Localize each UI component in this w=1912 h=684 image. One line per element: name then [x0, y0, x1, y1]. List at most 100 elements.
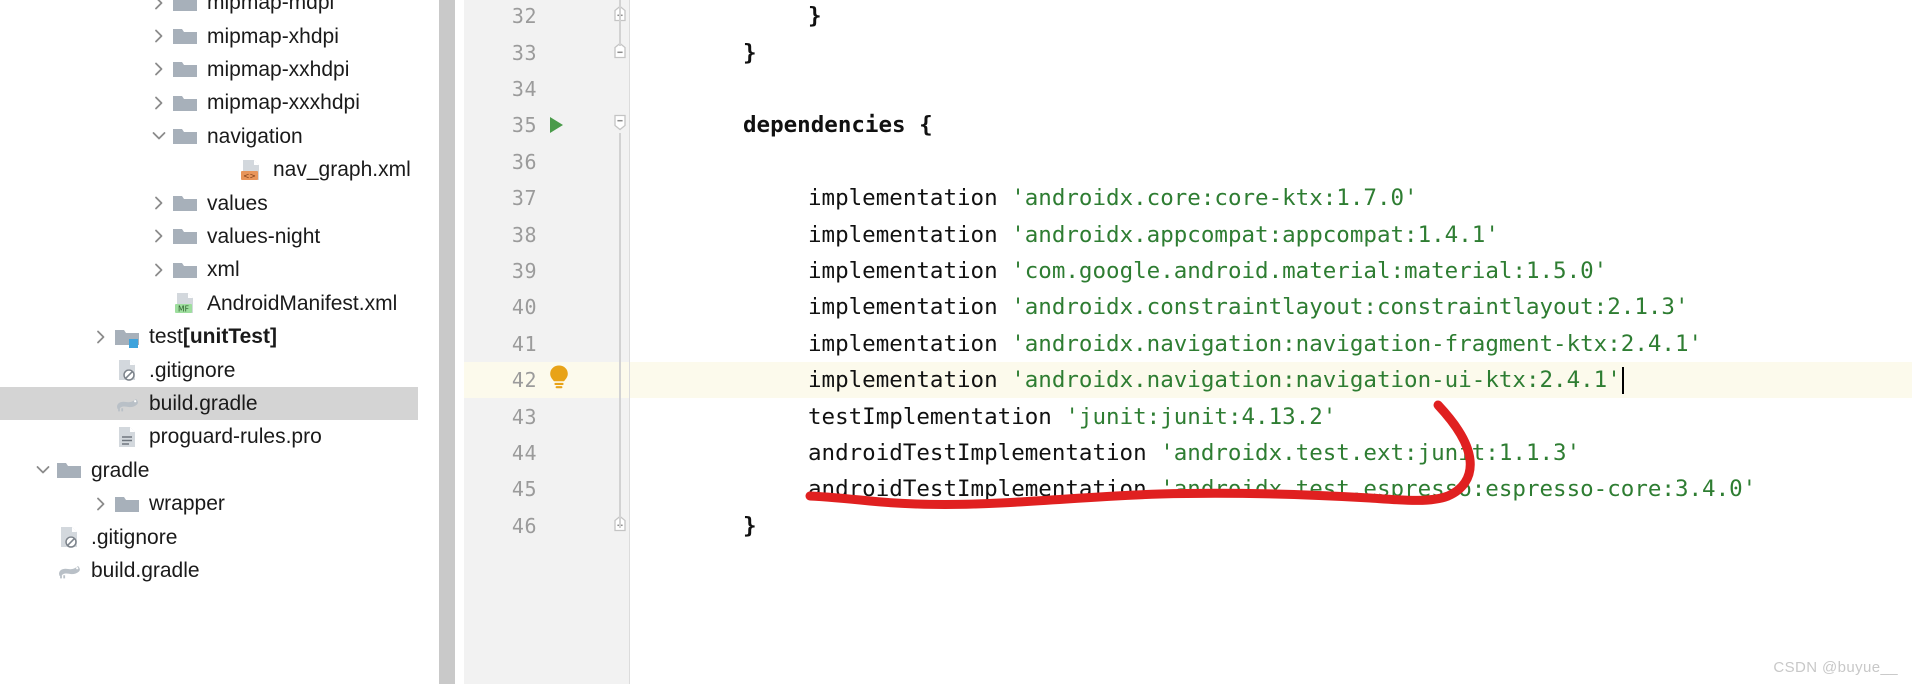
tree-item-gitignore[interactable]: .gitignore [0, 353, 418, 386]
tree-item-mipmap-xxxhdpi[interactable]: mipmap-xxxhdpi [0, 86, 418, 119]
gutter-line-46[interactable]: 46 [464, 508, 629, 544]
editor-code-area[interactable]: }} dependencies { implementation 'androidx… [630, 0, 1912, 684]
code-line-32[interactable]: } [630, 0, 1912, 34]
gitignore-file-icon [56, 525, 82, 549]
code-line-46[interactable]: } [630, 508, 1912, 544]
code-line-text: } [743, 40, 757, 66]
tree-item-build-gradle[interactable]: build.gradle [0, 554, 418, 587]
gutter-line-36[interactable]: 36 [464, 144, 629, 180]
line-number: 45 [511, 477, 537, 502]
gutter-line-37[interactable]: 37 [464, 180, 629, 216]
code-string-literal: 'androidx.core:core-ktx:1.7.0' [1011, 185, 1418, 212]
tree-item-navigation[interactable]: navigation [0, 120, 418, 153]
intention-bulb-icon[interactable] [546, 364, 572, 397]
code-token: implementation [808, 294, 1012, 321]
folder-icon [172, 0, 198, 15]
tree-item-nav-graph-xml[interactable]: <> nav_graph.xml [0, 153, 418, 186]
tree-item-values[interactable]: values [0, 186, 418, 219]
chevron-right-icon[interactable] [150, 0, 168, 12]
code-line-40[interactable]: implementation 'androidx.constraintlayou… [630, 289, 1912, 325]
tree-item-mipmap-xxhdpi[interactable]: mipmap-xxhdpi [0, 53, 418, 86]
editor-vertical-scrollbar[interactable] [439, 0, 455, 684]
code-line-text: dependencies { [743, 112, 933, 138]
code-line-35[interactable]: dependencies { [630, 107, 1912, 143]
gutter-line-39[interactable]: 39 [464, 253, 629, 289]
editor-left-strip [430, 0, 439, 684]
tree-item-label: wrapper [149, 492, 225, 516]
code-line-43[interactable]: testImplementation 'junit:junit:4.13.2' [630, 398, 1912, 434]
chevron-down-icon[interactable] [150, 127, 168, 145]
tree-item-label: values [207, 191, 268, 215]
folder-icon [172, 124, 198, 148]
gutter-line-43[interactable]: 43 [464, 398, 629, 434]
code-line-text: implementation 'androidx.appcompat:appco… [808, 222, 1499, 248]
gutter-line-41[interactable]: 41 [464, 326, 629, 362]
tree-scrollbar-track[interactable] [418, 0, 846, 684]
tree-item-test[interactable]: test [unitTest] [0, 320, 418, 353]
code-string-literal: 'androidx.test.espresso:espresso-core:3.… [1160, 476, 1757, 503]
project-tree-panel[interactable]: mipmap-mdpi mipmap-xhdpi mipmap-xxhdpi mipm… [0, 0, 418, 684]
chevron-right-icon[interactable] [150, 227, 168, 245]
gradle-file-icon [56, 558, 82, 582]
tree-item-values-night[interactable]: values-night [0, 220, 418, 253]
chevron-down-icon[interactable] [34, 461, 52, 479]
tree-item-label: .gitignore [91, 525, 178, 549]
code-line-36[interactable] [630, 144, 1912, 180]
chevron-right-icon[interactable] [92, 495, 110, 513]
code-token: implementation [808, 257, 1012, 284]
tree-item-androidmanifest-xml[interactable]: MF AndroidManifest.xml [0, 287, 418, 320]
code-string-literal: 'androidx.navigation:navigation-fragment… [1011, 330, 1703, 357]
line-number: 36 [511, 149, 537, 174]
gutter-line-44[interactable]: 44 [464, 435, 629, 471]
chevron-right-icon[interactable] [150, 60, 168, 78]
tree-item-label: mipmap-xxxhdpi [207, 91, 360, 115]
svg-text:MF: MF [178, 305, 189, 314]
tree-item-gradle[interactable]: gradle [0, 454, 418, 487]
gutter-line-32[interactable]: 32 [464, 0, 629, 34]
tree-item-label: navigation [207, 124, 303, 148]
code-line-38[interactable]: implementation 'androidx.appcompat:appco… [630, 216, 1912, 252]
code-string-literal: 'junit:junit:4.13.2' [1065, 403, 1337, 430]
tree-item-label: mipmap-xxhdpi [207, 57, 350, 81]
gutter-line-35[interactable]: 35 [464, 107, 629, 143]
code-string-literal: 'com.google.android.material:material:1.… [1011, 257, 1608, 284]
code-string-literal: 'androidx.constraintlayout:constraintlay… [1011, 294, 1689, 321]
gutter-line-45[interactable]: 45 [464, 471, 629, 507]
gutter-line-38[interactable]: 38 [464, 216, 629, 252]
code-token: androidTestImplementation [808, 476, 1161, 503]
code-line-41[interactable]: implementation 'androidx.navigation:navi… [630, 326, 1912, 362]
tree-item-wrapper[interactable]: wrapper [0, 487, 418, 520]
code-line-45[interactable]: androidTestImplementation 'androidx.test… [630, 471, 1912, 507]
code-line-44[interactable]: androidTestImplementation 'androidx.test… [630, 435, 1912, 471]
run-gutter-icon[interactable] [550, 117, 563, 134]
gutter-line-33[interactable]: 33 [464, 34, 629, 70]
gutter-line-42[interactable]: 42 [464, 362, 629, 399]
code-line-33[interactable]: } [630, 34, 1912, 70]
code-line-39[interactable]: implementation 'com.google.android.mater… [630, 253, 1912, 289]
code-string-literal: 'androidx.navigation:navigation-ui-ktx:2… [1011, 367, 1621, 394]
chevron-right-icon[interactable] [150, 94, 168, 112]
chevron-right-icon[interactable] [150, 261, 168, 279]
code-line-37[interactable]: implementation 'androidx.core:core-ktx:1… [630, 180, 1912, 216]
tree-item-mipmap-xhdpi[interactable]: mipmap-xhdpi [0, 19, 418, 52]
line-number: 44 [511, 440, 537, 465]
chevron-right-icon[interactable] [92, 328, 110, 346]
chevron-right-icon[interactable] [150, 27, 168, 45]
tree-item-build-gradle[interactable]: build.gradle [0, 386, 418, 421]
tree-item-label: nav_graph.xml [273, 158, 411, 182]
gutter-line-40[interactable]: 40 [464, 289, 629, 325]
code-line-text: implementation 'androidx.navigation:navi… [808, 367, 1621, 393]
code-line-34[interactable] [630, 71, 1912, 107]
code-line-42[interactable]: implementation 'androidx.navigation:navi… [630, 362, 1912, 399]
line-number: 38 [511, 222, 537, 247]
editor-gutter[interactable]: 32 33 34 35 36 37 38 39 40 41 42 43 44 45 46 [464, 0, 630, 684]
gutter-line-34[interactable]: 34 [464, 71, 629, 107]
tree-item-gitignore[interactable]: .gitignore [0, 520, 418, 553]
tree-item-label: AndroidManifest.xml [207, 291, 398, 315]
tree-item-proguard-rules-pro[interactable]: proguard-rules.pro [0, 420, 418, 453]
chevron-right-icon[interactable] [150, 194, 168, 212]
tree-item-xml[interactable]: xml [0, 253, 418, 286]
editor-panel[interactable]: 32 33 34 35 36 37 38 39 40 41 42 43 44 45 46 }} depende… [430, 0, 1912, 684]
editor-gap [455, 0, 464, 684]
tree-item-mipmap-mdpi[interactable]: mipmap-mdpi [0, 0, 418, 19]
